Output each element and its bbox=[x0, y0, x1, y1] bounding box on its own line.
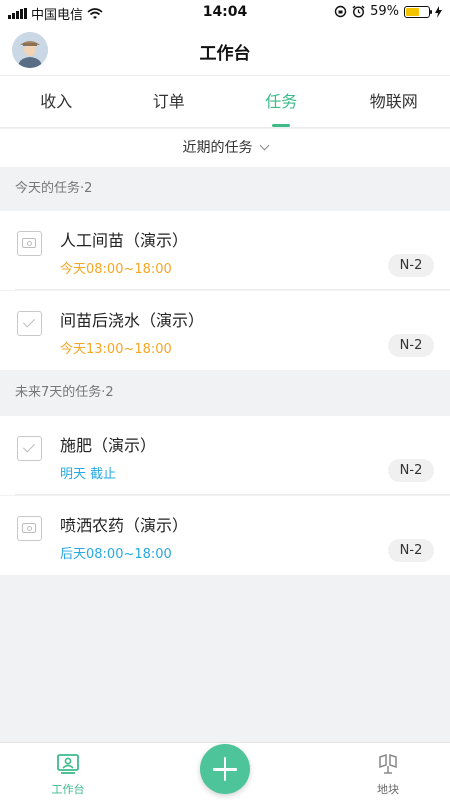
task-time: 后天08:00~18:00 bbox=[60, 547, 172, 562]
task-item[interactable]: 施肥（演示） 明天 截止 N-2 bbox=[0, 416, 450, 495]
tab-income[interactable]: 收入 bbox=[0, 76, 113, 127]
alarm-icon bbox=[352, 5, 365, 18]
nav-workbench-label: 工作台 bbox=[51, 783, 85, 796]
plot-badge: N-2 bbox=[388, 334, 434, 357]
rotation-lock-icon bbox=[334, 5, 347, 18]
status-right: 59% bbox=[334, 4, 442, 19]
tab-tasks[interactable]: 任务 bbox=[225, 76, 338, 127]
battery-icon bbox=[404, 5, 432, 18]
checkbox-icon[interactable] bbox=[17, 436, 42, 461]
task-time: 明天 截止 bbox=[60, 467, 117, 482]
workbench-icon bbox=[57, 754, 79, 774]
task-item[interactable]: 人工间苗（演示） 今天08:00~18:00 N-2 bbox=[0, 211, 450, 290]
add-button[interactable] bbox=[200, 744, 250, 794]
plot-badge: N-2 bbox=[388, 539, 434, 562]
chevron-down-icon bbox=[259, 140, 269, 151]
task-filter-dropdown[interactable]: 近期的任务 bbox=[0, 129, 450, 167]
filter-label: 近期的任务 bbox=[182, 140, 253, 156]
camera-icon bbox=[17, 516, 42, 541]
task-title: 间苗后浇水（演示） bbox=[60, 311, 205, 330]
camera-icon bbox=[17, 231, 42, 256]
top-tabs: 收入 订单 任务 物联网 bbox=[0, 76, 450, 128]
plot-badge: N-2 bbox=[388, 254, 434, 277]
divider bbox=[15, 289, 450, 290]
divider bbox=[15, 494, 450, 495]
app-header: 工作台 bbox=[0, 24, 450, 76]
task-time: 今天08:00~18:00 bbox=[60, 262, 172, 277]
status-bar: 中国电信 14:04 59% bbox=[0, 0, 450, 24]
nav-plots[interactable]: 地块 bbox=[348, 743, 428, 800]
plot-badge: N-2 bbox=[388, 459, 434, 482]
task-title: 施肥（演示） bbox=[60, 436, 157, 455]
tab-orders[interactable]: 订单 bbox=[113, 76, 226, 127]
task-title: 人工间苗（演示） bbox=[60, 231, 189, 250]
nav-plots-label: 地块 bbox=[377, 783, 399, 796]
section-header-today: 今天的任务·2 bbox=[0, 167, 450, 211]
charging-icon bbox=[435, 5, 442, 18]
battery-percent: 59% bbox=[370, 4, 399, 19]
checkbox-icon[interactable] bbox=[17, 311, 42, 336]
task-item[interactable]: 间苗后浇水（演示） 今天13:00~18:00 N-2 bbox=[0, 291, 450, 370]
section-header-next-7-days: 未来7天的任务·2 bbox=[0, 371, 450, 415]
plot-icon bbox=[379, 753, 397, 774]
nav-workbench[interactable]: 工作台 bbox=[28, 743, 108, 800]
page-title: 工作台 bbox=[199, 44, 251, 64]
tab-iot[interactable]: 物联网 bbox=[338, 76, 450, 127]
task-item[interactable]: 喷洒农药（演示） 后天08:00~18:00 N-2 bbox=[0, 496, 450, 575]
task-title: 喷洒农药（演示） bbox=[60, 516, 189, 535]
task-time: 今天13:00~18:00 bbox=[60, 342, 172, 357]
